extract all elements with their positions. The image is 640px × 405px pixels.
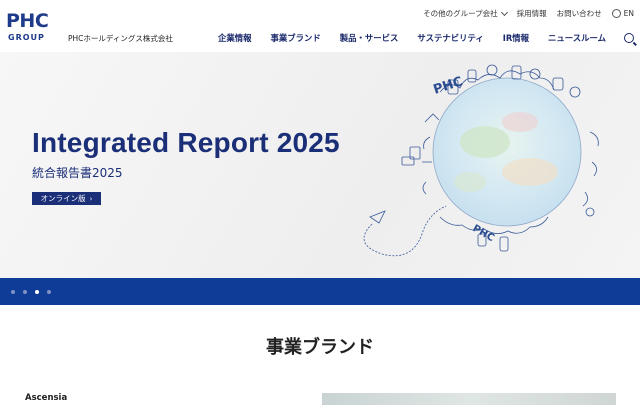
online-version-label: オンライン版 (40, 194, 86, 203)
arrow-right-icon: › (89, 194, 93, 203)
utility-nav: その他のグループ会社 採用情報 お問い合わせ EN (413, 8, 634, 19)
globe-phc-text-lower: PHC (471, 223, 496, 244)
section-title-brands: 事業ブランド (266, 337, 374, 358)
contact-label: お問い合わせ (556, 9, 602, 18)
globe-icon (611, 9, 621, 18)
group-companies-label: その他のグループ会社 (423, 9, 498, 18)
slide-dot-2[interactable] (23, 290, 27, 294)
nav-item-sustainability[interactable]: サステナビリティ (417, 32, 483, 44)
brand-label-ascensia[interactable]: Ascensia (25, 393, 67, 403)
utility-group-companies[interactable]: その他のグループ会社 (423, 8, 508, 19)
slide-dot-1[interactable] (11, 290, 15, 294)
utility-contact[interactable]: お問い合わせ (557, 8, 602, 19)
main-nav: 企業情報 事業ブランド 製品・サービス サステナビリティ IR情報 ニュースルー… (199, 32, 634, 44)
search-icon[interactable] (624, 33, 634, 43)
slider-bar (0, 278, 640, 305)
nav-item-brands[interactable]: 事業ブランド (270, 32, 320, 44)
nav-item-newsroom[interactable]: ニュースルーム (548, 32, 606, 44)
utility-careers[interactable]: 採用情報 (517, 8, 547, 19)
language-label: EN (623, 9, 634, 18)
language-switch[interactable]: EN (611, 9, 634, 18)
logo-phc[interactable]: PHC (6, 12, 49, 31)
slide-dot-4[interactable] (47, 290, 51, 294)
careers-label: 採用情報 (516, 9, 547, 18)
brand-image[interactable] (322, 393, 616, 405)
globe-phc-text: PHC (432, 74, 465, 98)
chevron-down-icon (500, 8, 508, 16)
nav-item-products[interactable]: 製品・サービス (340, 32, 399, 44)
company-name: PHCホールディングス株式会社 (68, 34, 173, 43)
slide-dot-3[interactable] (35, 290, 39, 294)
nav-item-company[interactable]: 企業情報 (218, 32, 252, 44)
logo-group-text: GROUP (8, 33, 45, 42)
hero-subtitle: 統合報告書2025 (32, 166, 123, 180)
online-version-button[interactable]: オンライン版 › (32, 192, 101, 205)
nav-item-ir[interactable]: IR情報 (503, 32, 529, 44)
hero-title: Integrated Report 2025 (32, 127, 340, 158)
